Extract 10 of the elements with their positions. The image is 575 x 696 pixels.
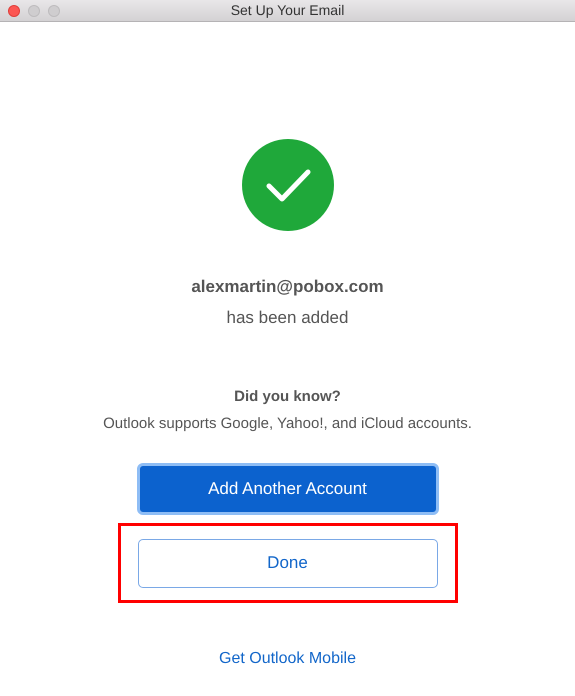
- outlook-mobile-link[interactable]: Get Outlook Mobile: [219, 647, 356, 671]
- tip-heading: Did you know?: [234, 387, 341, 407]
- account-email: alexmartin@pobox.com: [191, 276, 384, 298]
- add-account-button[interactable]: Add Another Account: [136, 463, 438, 515]
- window-title: Set Up Your Email: [230, 1, 344, 20]
- checkmark-icon: [242, 139, 334, 231]
- status-text: has been added: [226, 306, 348, 328]
- done-button[interactable]: Done: [138, 538, 438, 588]
- close-button[interactable]: [8, 5, 20, 17]
- tip-text: Outlook supports Google, Yahoo!, and iCloud accounts.: [103, 414, 472, 434]
